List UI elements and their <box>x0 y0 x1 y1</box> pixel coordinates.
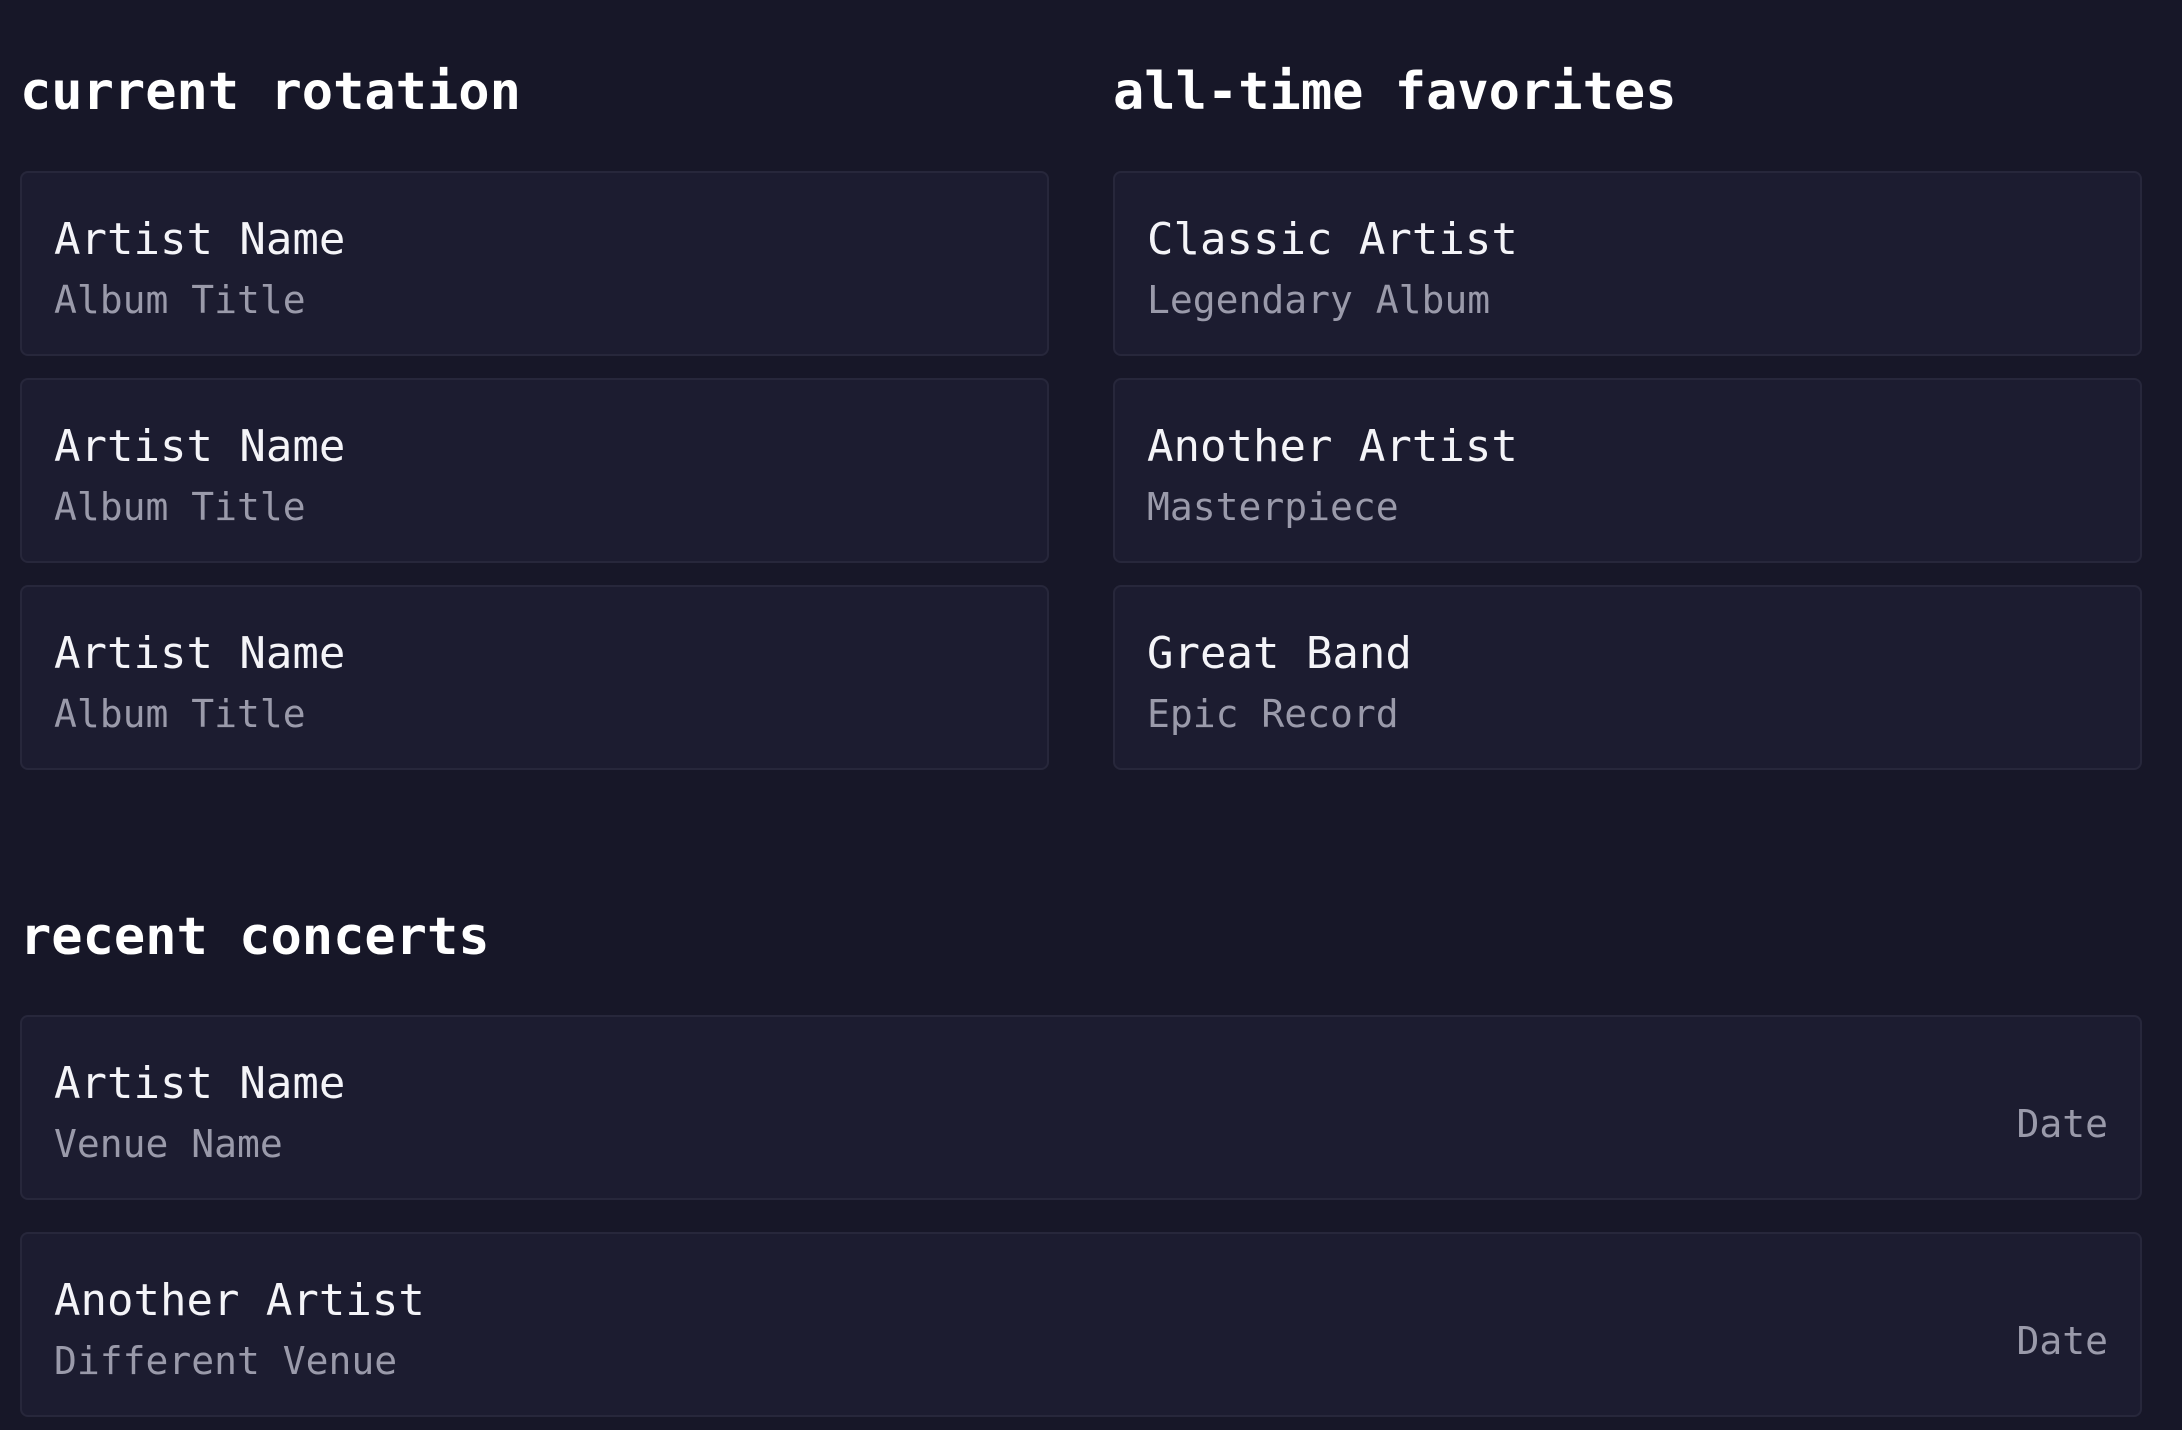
artist-name: Artist Name <box>54 1058 346 1109</box>
venue-name: Venue Name <box>54 1122 283 1166</box>
section-title-current-rotation: current rotation <box>20 62 521 122</box>
album-title: Masterpiece <box>1147 485 1399 529</box>
artist-name: Another Artist <box>1147 421 1518 472</box>
album-card[interactable]: Great Band Epic Record <box>1113 585 2142 770</box>
album-card[interactable]: Another Artist Masterpiece <box>1113 378 2142 563</box>
artist-name: Great Band <box>1147 628 1412 679</box>
album-card[interactable]: Artist Name Album Title <box>20 378 1049 563</box>
concert-card[interactable]: Another Artist Different Venue Date <box>20 1232 2142 1417</box>
artist-name: Artist Name <box>54 214 346 265</box>
album-title: Legendary Album <box>1147 278 1491 322</box>
artist-name: Classic Artist <box>1147 214 1518 265</box>
album-title: Album Title <box>54 485 306 529</box>
artist-name: Another Artist <box>54 1275 425 1326</box>
album-card[interactable]: Artist Name Album Title <box>20 585 1049 770</box>
venue-name: Different Venue <box>54 1339 398 1383</box>
concert-date: Date <box>2016 1319 2108 1363</box>
album-card[interactable]: Artist Name Album Title <box>20 171 1049 356</box>
artist-name: Artist Name <box>54 628 346 679</box>
album-card[interactable]: Classic Artist Legendary Album <box>1113 171 2142 356</box>
album-title: Album Title <box>54 692 306 736</box>
section-title-recent-concerts: recent concerts <box>20 907 490 967</box>
section-title-all-time-favorites: all-time favorites <box>1113 62 1677 122</box>
concert-date: Date <box>2016 1102 2108 1146</box>
artist-name: Artist Name <box>54 421 346 472</box>
album-title: Album Title <box>54 278 306 322</box>
album-title: Epic Record <box>1147 692 1399 736</box>
concert-card[interactable]: Artist Name Venue Name Date <box>20 1015 2142 1200</box>
